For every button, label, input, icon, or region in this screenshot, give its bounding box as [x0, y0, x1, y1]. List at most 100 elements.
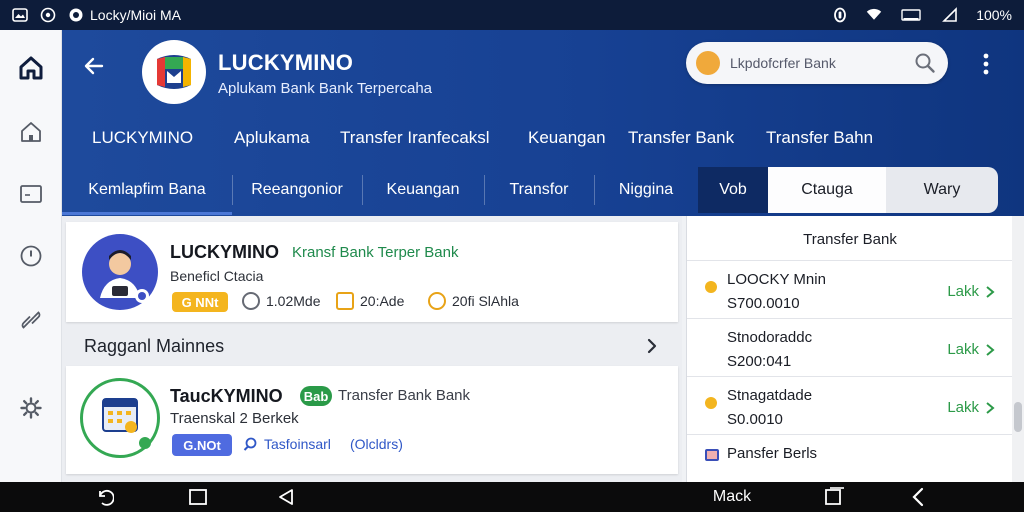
list-item[interactable]: Pansfer Berls	[687, 434, 1013, 482]
tab-niggina[interactable]: Niggina	[594, 167, 698, 213]
transfer-card[interactable]: TaucKYMINO Bab Transfer Bank Bank Traens…	[66, 366, 678, 474]
battery-icon	[900, 7, 924, 23]
card-title: LUCKYMINO	[170, 242, 279, 262]
list-item-link[interactable]: Lakk	[947, 283, 995, 300]
calendar-avatar	[80, 378, 160, 458]
chat-icon	[242, 292, 260, 310]
tab-reeangonior[interactable]: Reeangonior	[232, 167, 362, 213]
avatar	[82, 234, 158, 310]
search-bar[interactable]	[686, 42, 948, 84]
meta-item-1: 1.02Mde	[242, 292, 320, 310]
meta-text: 20:Ade	[360, 293, 405, 309]
card-tag: Kransf Bank Terper Bank	[292, 244, 459, 261]
tab-kemlapfim-bana[interactable]: Kemlapfim Bana	[62, 167, 232, 213]
tab-vob[interactable]: Vob	[698, 167, 768, 213]
status-bar: Locky/Mioi MA 100%	[0, 0, 1024, 30]
list-item-link[interactable]: Lakk	[947, 399, 995, 416]
status-dot-icon	[705, 397, 717, 409]
meta-text: Tasfoinsarl	[264, 436, 331, 452]
account-card[interactable]: LUCKYMINO Kransf Bank Terper Bank Benefi…	[66, 222, 678, 322]
section-label: Ragganl Mainnes	[84, 335, 225, 356]
link-icon[interactable]	[13, 302, 49, 338]
nav-secondary: Kemlapfim Bana Reeangonior Keuangan Tran…	[62, 167, 1024, 215]
meta-item-2: 20:Ade	[336, 292, 404, 310]
scrollbar-thumb[interactable]	[1014, 402, 1022, 432]
list-item[interactable]: Stnagatdade S0.0010 Lakk	[687, 376, 1013, 434]
settings-icon[interactable]	[13, 390, 49, 426]
screen: Locky/Mioi MA 100% LUCKYMINO Aplukam Ban…	[0, 0, 1024, 512]
list-item-amount: S200:041	[727, 353, 792, 370]
search-input[interactable]	[730, 55, 900, 71]
list-item-name: Pansfer Berls	[727, 445, 818, 462]
meta-text: (Olcldrs)	[350, 436, 403, 452]
list-item-amount: S0.0010	[727, 411, 783, 428]
panel-title: Transfer Bank	[803, 231, 897, 248]
home-filled-icon[interactable]	[13, 50, 49, 86]
search-avatar	[696, 51, 720, 75]
list-item-amount: S700.0010	[727, 295, 800, 312]
system-nav-bar: Mack	[0, 482, 1024, 512]
alarm-icon	[832, 7, 848, 23]
nav-item-keuangan[interactable]: Keuangan	[528, 128, 606, 148]
coin-icon	[428, 292, 446, 310]
status-pill: G NNt	[172, 292, 228, 312]
chevron-right-icon[interactable]	[642, 336, 662, 356]
app-subtitle: Aplukam Bank Bank Terpercaha	[218, 80, 433, 97]
clock-icon[interactable]	[13, 238, 49, 274]
tab-wary[interactable]: Wary	[886, 167, 998, 213]
tab-keuangan[interactable]: Keuangan	[362, 167, 484, 213]
app-logo	[142, 40, 206, 104]
recents-icon[interactable]	[186, 486, 210, 508]
nav-item-transfer-iranfecaksl[interactable]: Transfer Iranfecaksl	[340, 128, 490, 148]
nav-item-aplukama[interactable]: Aplukama	[234, 128, 310, 148]
chevron-right-icon	[986, 285, 995, 298]
meta-text: 1.02Mde	[266, 293, 321, 309]
app-title: LUCKYMINO	[218, 50, 354, 75]
back-triangle-icon[interactable]	[274, 486, 298, 508]
back-arrow-icon[interactable]	[80, 52, 108, 80]
scrollbar[interactable]	[1012, 216, 1024, 482]
list-item[interactable]: Stnodoraddc S200:041 Lakk	[687, 318, 1013, 376]
chevron-right-icon	[986, 401, 995, 414]
section-header[interactable]: Ragganl Mainnes	[66, 326, 678, 366]
active-tab-indicator	[62, 212, 232, 215]
tab-transfor[interactable]: Transfor	[484, 167, 594, 213]
search-link-icon	[243, 437, 257, 451]
status-dot-icon	[705, 281, 717, 293]
tab-ctauga[interactable]: Ctauga	[768, 167, 886, 213]
notification-icon	[68, 7, 84, 23]
nav-primary: LUCKYMINO Aplukama Transfer Iranfecaksl …	[62, 126, 1024, 154]
overview-icon[interactable]	[822, 486, 846, 508]
nav-item-transfer-bahn[interactable]: Transfer Bahn	[766, 128, 873, 148]
back-chevron-icon[interactable]	[906, 486, 930, 508]
left-rail	[0, 30, 62, 482]
battery-percent: 100%	[976, 7, 1012, 23]
green-badge: Bab	[300, 386, 332, 406]
nav-item-transfer-bank[interactable]: Transfer Bank	[628, 128, 734, 148]
meta-item-1[interactable]: Tasfoinsarl	[242, 436, 331, 452]
home-outline-icon[interactable]	[13, 114, 49, 150]
nav-label[interactable]: Mack	[706, 486, 758, 508]
transfer-panel: Transfer Bank LOOCKY Mnin S700.0010 Lakk…	[686, 216, 1013, 482]
wifi-icon	[866, 7, 882, 23]
rotate-icon[interactable]	[92, 486, 116, 508]
list-item[interactable]: LOOCKY Mnin S700.0010 Lakk	[687, 260, 1013, 318]
nav-item-luckymino[interactable]: LUCKYMINO	[92, 128, 193, 148]
card-subtitle: Traenskal 2 Berkek	[170, 410, 299, 427]
signal-icon	[942, 7, 958, 23]
image-icon	[12, 7, 28, 23]
link-text: Lakk	[947, 399, 979, 416]
list-item-link[interactable]: Lakk	[947, 341, 995, 358]
main-content: LUCKYMINO Kransf Bank Terper Bank Benefi…	[62, 216, 682, 482]
list-item-name: Stnodoraddc	[727, 329, 813, 346]
card-title: TaucKYMINO	[170, 386, 283, 406]
more-vert-icon[interactable]	[974, 50, 998, 78]
chevron-right-icon	[986, 343, 995, 356]
status-pill: G.NOt	[172, 434, 232, 456]
search-icon[interactable]	[914, 52, 936, 74]
tablet-icon[interactable]	[13, 176, 49, 212]
meta-item-2[interactable]: (Olcldrs)	[350, 436, 403, 452]
card-subtitle: Beneficl Ctacia	[170, 268, 264, 284]
meta-item-3: 20fi SlAhla	[428, 292, 519, 310]
list-item-name: LOOCKY Mnin	[727, 271, 826, 288]
